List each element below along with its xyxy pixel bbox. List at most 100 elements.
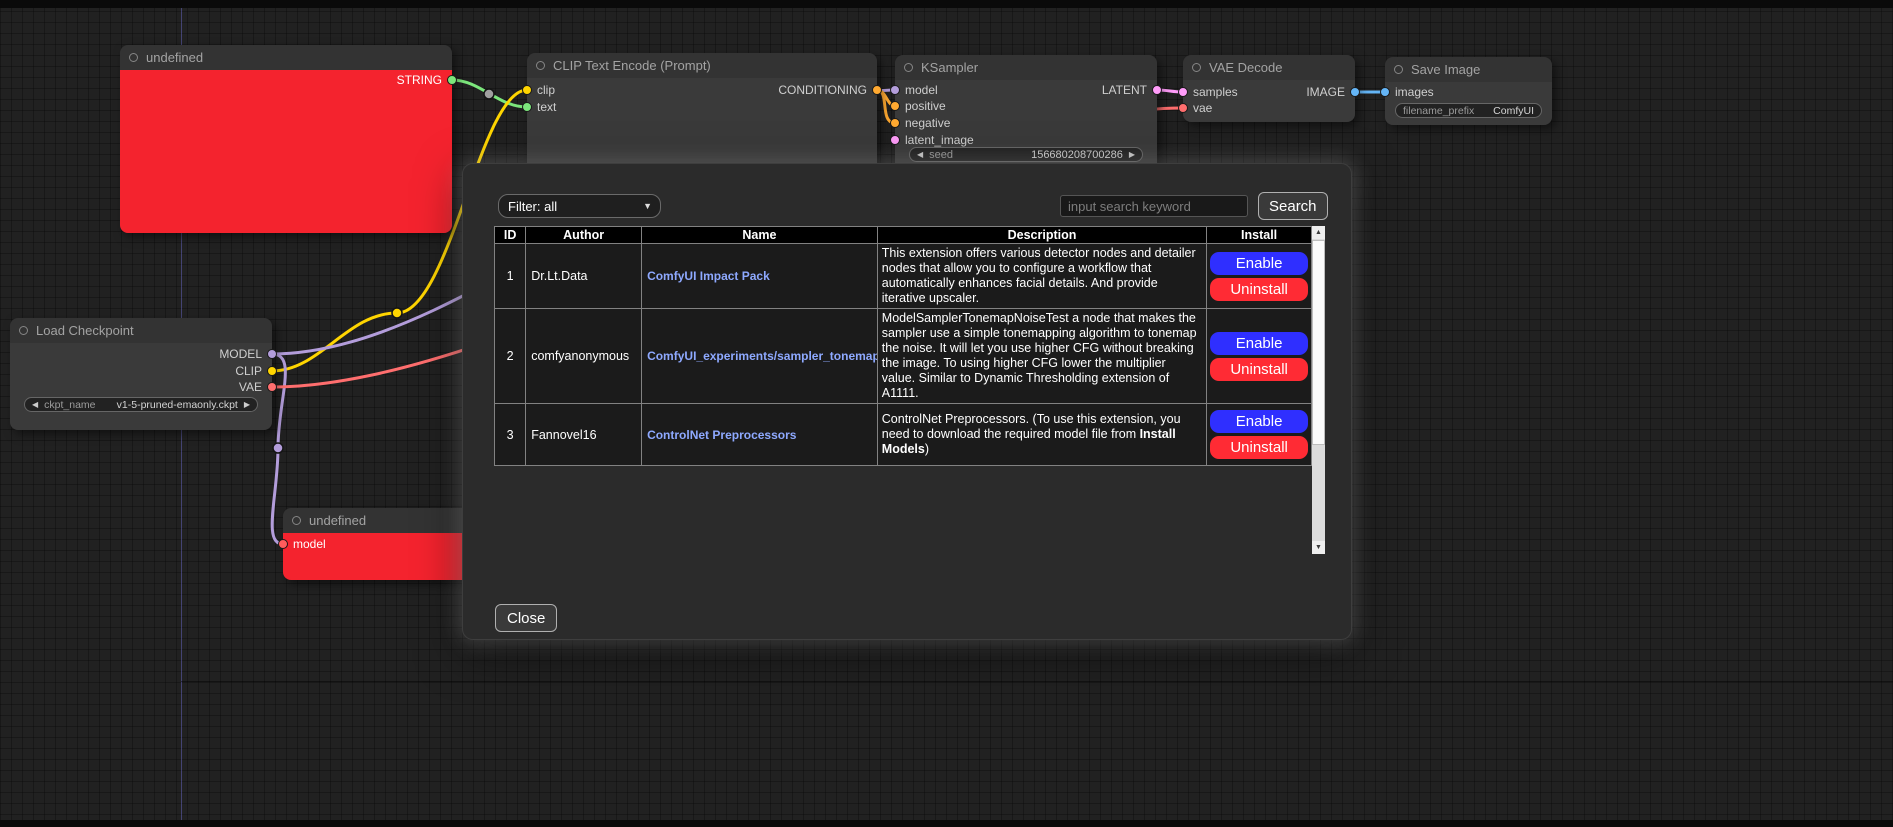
input-slot-text[interactable]: text [522, 101, 556, 113]
input-slot-model[interactable]: model [890, 84, 938, 96]
filename-prefix-widget[interactable]: filename_prefix ComfyUI [1395, 103, 1542, 118]
collapse-toggle-icon[interactable] [19, 326, 28, 335]
decrement-icon[interactable]: ◀ [32, 397, 38, 412]
slot-dot-string[interactable] [447, 75, 457, 85]
input-slot-clip[interactable]: clip [522, 84, 555, 96]
slot-dot-model[interactable] [267, 349, 277, 359]
ckpt-name-widget[interactable]: ◀ ckpt_name v1-5-pruned-emaonly.ckpt ▶ [24, 397, 258, 412]
scrollbar-thumb[interactable] [1312, 240, 1325, 445]
slot-dot-vae[interactable] [267, 382, 277, 392]
reroute-dot-model[interactable] [273, 443, 283, 453]
node-title: KSampler [921, 60, 978, 75]
slot-dot-model[interactable] [890, 85, 900, 95]
decrement-icon[interactable]: ◀ [917, 147, 923, 162]
node-vae-decode[interactable]: VAE Decode samples vae IMAGE [1183, 55, 1355, 122]
output-slot-model[interactable]: MODEL [219, 348, 277, 360]
slot-dot-latent[interactable] [1152, 85, 1162, 95]
search-input[interactable] [1060, 195, 1248, 217]
output-slot-string[interactable]: STRING [397, 74, 457, 86]
node-title-bar[interactable]: KSampler [895, 55, 1157, 80]
input-slot-negative[interactable]: negative [890, 117, 950, 129]
enable-button[interactable]: Enable [1210, 252, 1308, 275]
input-slot-latent-image[interactable]: latent_image [890, 134, 974, 146]
collapse-toggle-icon[interactable] [292, 516, 301, 525]
input-slot-model[interactable]: model [278, 538, 326, 550]
input-slot-samples[interactable]: samples [1178, 86, 1238, 98]
uninstall-button[interactable]: Uninstall [1210, 278, 1308, 301]
output-slot-latent[interactable]: LATENT [1102, 84, 1162, 96]
slot-dot-vae[interactable] [1178, 103, 1188, 113]
slot-dot-samples[interactable] [1178, 87, 1188, 97]
slot-dot-image[interactable] [1350, 87, 1360, 97]
slot-label: clip [537, 83, 555, 97]
seed-widget[interactable]: ◀ seed 156680208700286 ▶ [909, 147, 1143, 162]
reroute-dot[interactable] [484, 89, 494, 99]
enable-button[interactable]: Enable [1210, 332, 1308, 355]
extension-row: 2comfyanonymousComfyUI_experiments/sampl… [495, 309, 1312, 404]
slot-dot-positive[interactable] [890, 101, 900, 111]
node-title: CLIP Text Encode (Prompt) [553, 58, 711, 73]
input-slot-vae[interactable]: vae [1178, 102, 1212, 114]
slot-label: model [905, 83, 938, 97]
node-title: undefined [146, 50, 203, 65]
node-title: undefined [309, 513, 366, 528]
input-slot-positive[interactable]: positive [890, 100, 946, 112]
input-slot-images[interactable]: images [1380, 86, 1434, 98]
extension-link[interactable]: ComfyUI_experiments/sampler_tonemap [647, 349, 877, 363]
collapse-toggle-icon[interactable] [1192, 63, 1201, 72]
collapse-toggle-icon[interactable] [1394, 65, 1403, 74]
search-button[interactable]: Search [1258, 192, 1328, 220]
reroute-dot-clip[interactable] [392, 308, 402, 318]
column-header-author: Author [526, 227, 642, 244]
extension-id: 1 [495, 244, 526, 309]
slot-dot-clip[interactable] [267, 366, 277, 376]
collapse-toggle-icon[interactable] [904, 63, 913, 72]
slot-dot-clip[interactable] [522, 85, 532, 95]
extension-link[interactable]: ControlNet Preprocessors [647, 428, 796, 442]
slot-dot-latent-image[interactable] [890, 135, 900, 145]
extension-author: Dr.Lt.Data [526, 244, 642, 309]
node-title-bar[interactable]: CLIP Text Encode (Prompt) [527, 53, 877, 78]
extensions-table-container[interactable]: IDAuthorNameDescriptionInstall 1Dr.Lt.Da… [494, 226, 1325, 554]
extension-row: 1Dr.Lt.DataComfyUI Impact PackThis exten… [495, 244, 1312, 309]
node-title-bar[interactable]: undefined [120, 45, 452, 70]
slot-dot-conditioning[interactable] [872, 85, 882, 95]
slot-label: LATENT [1102, 83, 1147, 97]
node-undefined-string[interactable]: undefined STRING [120, 45, 452, 233]
increment-icon[interactable]: ▶ [244, 397, 250, 412]
scroll-up-icon[interactable]: ▲ [1312, 226, 1325, 239]
column-header-id: ID [495, 227, 526, 244]
filter-dropdown[interactable]: Filter: all ▼ [498, 194, 661, 218]
extension-install: Enable Uninstall [1207, 244, 1312, 309]
scrollbar[interactable]: ▲ ▼ [1312, 226, 1325, 554]
widget-label: ckpt_name [44, 399, 95, 411]
slot-dot-model[interactable] [278, 539, 288, 549]
increment-icon[interactable]: ▶ [1129, 147, 1135, 162]
node-title-bar[interactable]: VAE Decode [1183, 55, 1355, 80]
node-title-bar[interactable]: Load Checkpoint [10, 318, 272, 343]
output-slot-clip[interactable]: CLIP [235, 365, 277, 377]
output-slot-conditioning[interactable]: CONDITIONING [778, 84, 882, 96]
scroll-down-icon[interactable]: ▼ [1312, 541, 1325, 554]
widget-value: ComfyUI [1493, 105, 1534, 117]
output-slot-vae[interactable]: VAE [239, 381, 277, 393]
output-slot-image[interactable]: IMAGE [1306, 86, 1360, 98]
slot-dot-images[interactable] [1380, 87, 1390, 97]
node-title-bar[interactable]: Save Image [1385, 57, 1552, 82]
uninstall-button[interactable]: Uninstall [1210, 358, 1308, 381]
node-title: Load Checkpoint [36, 323, 134, 338]
node-ksampler[interactable]: KSampler model positive negative latent_… [895, 55, 1157, 175]
filter-select[interactable]: Filter: all [498, 194, 661, 218]
extension-install: Enable Uninstall [1207, 404, 1312, 466]
enable-button[interactable]: Enable [1210, 410, 1308, 433]
node-save-image[interactable]: Save Image images filename_prefix ComfyU… [1385, 57, 1552, 125]
window-edge-bottom [0, 820, 1893, 827]
close-button[interactable]: Close [495, 604, 557, 632]
extension-link[interactable]: ComfyUI Impact Pack [647, 269, 770, 283]
node-load-checkpoint[interactable]: Load Checkpoint MODEL CLIP VAE ◀ ckpt_na… [10, 318, 272, 430]
slot-dot-negative[interactable] [890, 118, 900, 128]
collapse-toggle-icon[interactable] [129, 53, 138, 62]
slot-dot-text[interactable] [522, 102, 532, 112]
uninstall-button[interactable]: Uninstall [1210, 436, 1308, 459]
collapse-toggle-icon[interactable] [536, 61, 545, 70]
